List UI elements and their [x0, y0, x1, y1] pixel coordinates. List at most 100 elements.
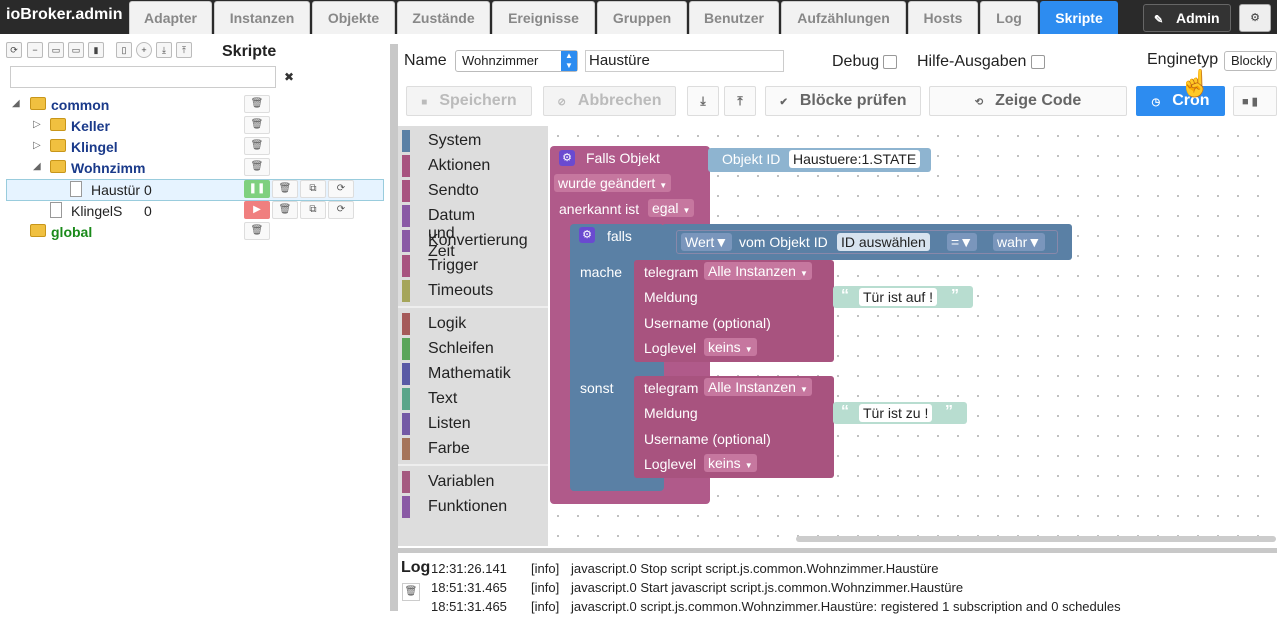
tree-label: global: [51, 224, 93, 240]
blockly-workspace[interactable]: Falls Objekt ⚙ wurde geändert ▼ anerkannt…: [548, 126, 1277, 546]
tree-row-haustuere[interactable]: Haustür 0 ❚❚ 🗑 ⧉ ⟳: [6, 179, 384, 201]
check-label: Blöcke prüfen: [799, 92, 907, 109]
pause-icon[interactable]: ❚❚: [244, 180, 270, 198]
log-title: Log: [401, 559, 431, 576]
tab-aufzaehlungen[interactable]: Aufzählungen: [781, 1, 906, 34]
loglevel-dropdown[interactable]: keins ▼: [704, 338, 757, 356]
admin-button[interactable]: ✎ Admin: [1143, 4, 1231, 32]
engine-label: Enginetyp: [1147, 51, 1219, 68]
hilfe-checkbox[interactable]: [1031, 55, 1045, 69]
upload-icon[interactable]: ⤒: [176, 42, 192, 58]
settings-button[interactable]: ⚙: [1239, 4, 1271, 32]
log-time: 12:31:26.141: [431, 561, 507, 576]
tree-row-global[interactable]: global 🗑: [6, 222, 384, 242]
folder-icon[interactable]: ▭: [68, 42, 84, 58]
tab-ereignisse[interactable]: Ereignisse: [492, 1, 595, 34]
text-block-1[interactable]: “ Tür ist auf ! ”: [833, 286, 973, 308]
category-label: Logik: [428, 315, 467, 332]
telegram-block-2[interactable]: telegram Alle Instanzen ▼ Meldung Usernam…: [634, 376, 834, 478]
export-button[interactable]: ⤓: [687, 86, 719, 116]
tab-skripte[interactable]: Skripte: [1040, 1, 1118, 34]
folder-icon: [50, 139, 66, 152]
instance-dropdown[interactable]: Alle Instanzen ▼: [704, 262, 812, 280]
delete-icon[interactable]: 🗑: [244, 95, 270, 113]
expand-arrow-icon[interactable]: ◢: [12, 98, 20, 109]
gear-icon[interactable]: ⚙: [579, 227, 595, 243]
collapse-arrow-icon[interactable]: ▷: [33, 140, 41, 151]
engine-select[interactable]: Blockly: [1224, 51, 1277, 71]
script-search-input[interactable]: [10, 66, 276, 88]
ack-dropdown[interactable]: egal ▼: [648, 199, 695, 217]
value-dropdown[interactable]: wahr▼: [993, 233, 1046, 251]
restart-icon[interactable]: ⟳: [328, 201, 354, 219]
tab-adapter[interactable]: Adapter: [129, 1, 212, 34]
log-message: javascript.0 script.js.common.Wohnzimmer…: [571, 599, 1121, 614]
delete-icon[interactable]: 🗑: [272, 201, 298, 219]
text-value[interactable]: Tür ist zu !: [859, 404, 933, 422]
script-name-input[interactable]: Haustüre: [585, 50, 784, 72]
tab-log[interactable]: Log: [980, 1, 1038, 34]
copy-icon[interactable]: ⧉: [300, 180, 326, 198]
folder-select[interactable]: Wohnzimmer ▲ ▼: [455, 50, 578, 72]
copy-icon[interactable]: ⧉: [300, 201, 326, 219]
text-block-2[interactable]: “ Tür ist zu ! ”: [833, 402, 967, 424]
object-id-block[interactable]: Objekt ID Haustuere:1.STATE: [708, 148, 931, 172]
tree-row-keller[interactable]: ▷ Keller 🗑: [6, 116, 384, 136]
collapse-icon[interactable]: −: [27, 42, 43, 58]
id-select-field[interactable]: ID auswählen: [837, 233, 930, 251]
add-circle-icon[interactable]: +: [136, 42, 152, 58]
operator-dropdown[interactable]: =▼: [947, 233, 978, 251]
tab-benutzer[interactable]: Benutzer: [689, 1, 779, 34]
folder-icon: [30, 224, 46, 237]
field-dropdown[interactable]: Wert▼: [681, 233, 733, 251]
condition-block[interactable]: Wert▼ vom Objekt ID ID auswählen =▼ wahr…: [662, 224, 1072, 260]
panel-splitter[interactable]: [390, 44, 398, 611]
edit-icon[interactable]: ▮: [88, 42, 104, 58]
delete-icon[interactable]: 🗑: [244, 116, 270, 134]
telegram-block-1[interactable]: telegram Alle Instanzen ▼ Meldung Usernam…: [634, 260, 834, 362]
text-value[interactable]: Tür ist auf !: [859, 288, 938, 306]
tree-row-wohnzimmer[interactable]: ◢ Wohnzimm 🗑: [6, 158, 384, 178]
new-file-icon[interactable]: ▯: [116, 42, 132, 58]
log-time: 18:51:31.465: [431, 580, 507, 595]
close-icon[interactable]: ✖: [280, 68, 298, 86]
restart-icon[interactable]: ⟳: [328, 180, 354, 198]
folder-open-icon[interactable]: ▭: [48, 42, 64, 58]
loglevel-dropdown[interactable]: keins ▼: [704, 454, 757, 472]
refresh-icon[interactable]: ⟳: [6, 42, 22, 58]
category-swatch: [402, 205, 410, 227]
tab-hosts[interactable]: Hosts: [908, 1, 978, 34]
cancel-button[interactable]: ⊘ Abbrechen: [543, 86, 676, 116]
gear-icon[interactable]: ⚙: [559, 150, 575, 166]
folder-select-value: Wohnzimmer: [462, 53, 539, 68]
clear-log-button[interactable]: 🗑: [402, 583, 420, 601]
instance-dropdown[interactable]: Alle Instanzen ▼: [704, 378, 812, 396]
horizontal-scrollbar[interactable]: [796, 536, 1276, 542]
delete-icon[interactable]: 🗑: [244, 137, 270, 155]
tab-gruppen[interactable]: Gruppen: [597, 1, 687, 34]
import-button[interactable]: ⤒: [724, 86, 756, 116]
changed-dropdown[interactable]: wurde geändert ▼: [554, 174, 672, 192]
save-button[interactable]: ■ Speichern: [406, 86, 532, 116]
delete-icon[interactable]: 🗑: [272, 180, 298, 198]
tab-instanzen[interactable]: Instanzen: [214, 1, 310, 34]
expand-arrow-icon[interactable]: ◢: [33, 161, 41, 172]
clock-icon: ◷: [1151, 97, 1161, 108]
tab-objekte[interactable]: Objekte: [312, 1, 395, 34]
download-icon[interactable]: ⤓: [156, 42, 172, 58]
tab-zustaende[interactable]: Zustände: [397, 1, 490, 34]
tree-row-klingels[interactable]: KlingelS 0 ▶ 🗑 ⧉ ⟳: [6, 201, 384, 221]
category-label: System: [428, 132, 482, 149]
delete-icon[interactable]: 🗑: [244, 222, 270, 240]
more-button[interactable]: ■ ▮: [1233, 86, 1277, 116]
debug-checkbox[interactable]: [883, 55, 897, 69]
tree-row-common[interactable]: ◢ common 🗑: [6, 95, 384, 115]
object-id-value[interactable]: Haustuere:1.STATE: [789, 150, 921, 168]
collapse-arrow-icon[interactable]: ▷: [33, 119, 41, 130]
play-icon[interactable]: ▶: [244, 201, 270, 219]
check-blocks-button[interactable]: ✔ Blöcke prüfen: [765, 86, 921, 116]
show-code-button[interactable]: ⟲ Zeige Code: [929, 86, 1127, 116]
delete-icon[interactable]: 🗑: [244, 158, 270, 176]
tree-label: Klingel: [71, 139, 118, 155]
tree-row-klingel[interactable]: ▷ Klingel 🗑: [6, 137, 384, 157]
